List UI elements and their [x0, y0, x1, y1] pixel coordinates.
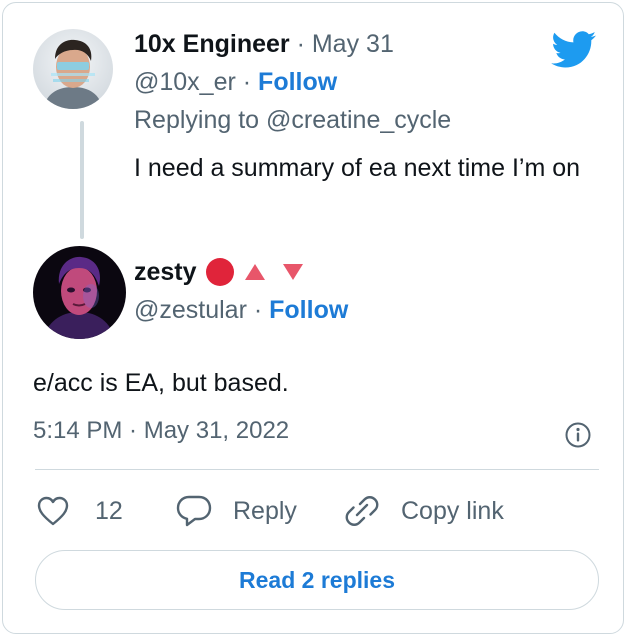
read-replies-button[interactable]: Read 2 replies: [35, 550, 599, 610]
avatar-10x-engineer[interactable]: [33, 29, 113, 109]
avatar-zesty[interactable]: [33, 246, 126, 339]
info-icon[interactable]: [564, 421, 592, 449]
like-count: 12: [95, 496, 123, 525]
reply-label: Reply: [233, 496, 297, 525]
replying-to-prefix: Replying to: [134, 106, 260, 134]
link-icon[interactable]: [343, 493, 381, 529]
parent-display-name[interactable]: 10x Engineer: [134, 30, 290, 59]
parent-follow-separator: ·: [235, 68, 259, 96]
reply-bubble-icon[interactable]: [175, 493, 213, 529]
heart-icon[interactable]: [35, 493, 71, 529]
up-triangle-emoji: [244, 264, 265, 280]
main-follow-button[interactable]: Follow: [269, 296, 348, 325]
reply-action[interactable]: Reply: [175, 493, 297, 529]
main-follow-separator: ·: [246, 296, 270, 324]
main-display-name[interactable]: zesty: [134, 258, 197, 287]
red-circle-emoji: [205, 258, 234, 286]
replying-to-handle[interactable]: @creatine_cycle: [266, 106, 451, 135]
parent-tweet-text: I need a summary of ea next time I’m on: [134, 154, 581, 182]
down-triangle-emoji: [282, 264, 303, 280]
twitter-bird-icon[interactable]: [551, 31, 597, 69]
main-handle[interactable]: @zestular: [134, 296, 247, 325]
parent-tweet-date[interactable]: May 31: [312, 30, 394, 59]
copy-link-action[interactable]: Copy link: [343, 493, 504, 529]
parent-separator-dot: ·: [289, 30, 312, 58]
tweet-embed-card: 10x Engineer · May 31 @10x_er · Follow R…: [2, 2, 624, 634]
tweet-timestamp[interactable]: 5:14 PM · May 31, 2022: [33, 417, 289, 445]
parent-follow-button[interactable]: Follow: [258, 68, 337, 97]
copy-link-label: Copy link: [401, 496, 504, 525]
parent-handle[interactable]: @10x_er: [134, 68, 236, 97]
like-action[interactable]: 12: [35, 493, 123, 529]
main-tweet-text: e/acc is EA, but based.: [33, 369, 289, 397]
thread-connector-line: [80, 121, 84, 239]
actions-divider: [35, 469, 599, 470]
